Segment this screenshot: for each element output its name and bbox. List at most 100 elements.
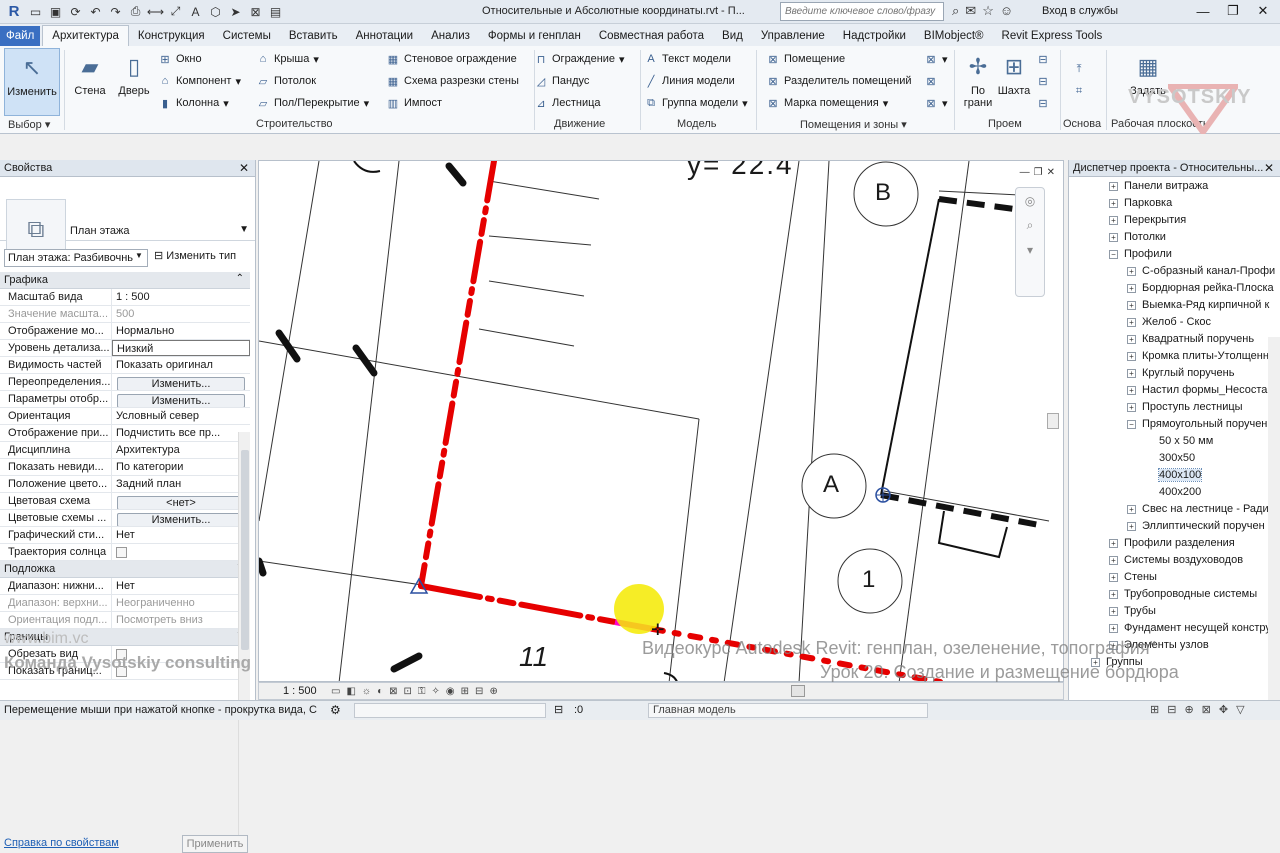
- search-input[interactable]: [780, 2, 944, 21]
- analytical-model-icon[interactable]: ⊞: [461, 686, 469, 697]
- group-rooms-label[interactable]: Помещения и зоны ▾: [800, 118, 907, 131]
- workset-select[interactable]: [354, 703, 546, 718]
- expand-icon[interactable]: +: [1127, 266, 1136, 276]
- restore-icon[interactable]: ❐: [1034, 167, 1043, 178]
- browser-tree-item[interactable]: + Желоб - Скос: [1127, 316, 1211, 328]
- browser-tree-item[interactable]: + Выемка-Ряд кирпичной к: [1127, 299, 1269, 311]
- room-tag-button[interactable]: ⊠ Марка помещения ▾: [766, 96, 888, 110]
- property-checkbox[interactable]: [116, 547, 127, 558]
- ramp-button[interactable]: ◿ Пандус: [534, 74, 590, 88]
- door-button[interactable]: ▯ Дверь: [114, 52, 154, 98]
- vertical-opening-button[interactable]: ⊟: [1036, 74, 1050, 88]
- property-value[interactable]: Низкий: [112, 340, 250, 356]
- expand-icon[interactable]: +: [1109, 589, 1118, 599]
- sync-icon[interactable]: ⟳: [67, 3, 84, 20]
- temporary-hide-icon[interactable]: ✧: [432, 686, 440, 697]
- highlight-icon[interactable]: ⊟: [475, 686, 483, 697]
- maximize-icon[interactable]: ❐: [1220, 2, 1246, 20]
- editing-requests-icon[interactable]: ⊟: [554, 703, 563, 716]
- grid-button[interactable]: ⌗: [1072, 84, 1086, 98]
- expand-icon[interactable]: +: [1127, 385, 1136, 395]
- tab-13[interactable]: Revit Express Tools: [993, 26, 1112, 46]
- property-value[interactable]: Показать оригинал: [112, 357, 250, 373]
- expand-icon[interactable]: +: [1127, 317, 1136, 327]
- roof-button[interactable]: ⌂ Крыша ▾: [256, 52, 319, 66]
- design-option-select[interactable]: Главная модель: [648, 703, 928, 718]
- browser-tree-item[interactable]: + Фундамент несущей констру: [1109, 622, 1271, 634]
- browser-tree-item[interactable]: − Прямоугольный поручен: [1127, 418, 1267, 430]
- expand-icon[interactable]: +: [1109, 572, 1118, 582]
- collapse-icon[interactable]: ⌃: [236, 273, 244, 284]
- expand-icon[interactable]: +: [1127, 402, 1136, 412]
- user-icon[interactable]: ☺: [1000, 3, 1013, 19]
- expand-icon[interactable]: +: [1127, 283, 1136, 293]
- favorites-icon[interactable]: ☆: [982, 3, 994, 19]
- wall-button[interactable]: ▰ Стена: [70, 52, 110, 98]
- dormer-button[interactable]: ⊟: [1036, 96, 1050, 110]
- browser-tree-item[interactable]: + Трубопроводные системы: [1109, 588, 1257, 600]
- shadows-icon[interactable]: ◐: [377, 686, 383, 697]
- tab-9[interactable]: Вид: [713, 26, 752, 46]
- expand-icon[interactable]: +: [1109, 215, 1118, 225]
- curtain-wall-button[interactable]: ▦ Стеновое ограждение: [386, 52, 517, 66]
- browser-scrollbar[interactable]: [1268, 337, 1280, 837]
- expand-icon[interactable]: +: [1127, 300, 1136, 310]
- expand-icon[interactable]: +: [1109, 623, 1118, 633]
- tab-3[interactable]: Системы: [214, 26, 280, 46]
- drawing-canvas[interactable]: ✛ B A 1 11 y= 22.4 — ❐ ✕ ◎ ⌕ ▾: [258, 160, 1064, 682]
- tab-7[interactable]: Формы и генплан: [479, 26, 590, 46]
- worksets-icon[interactable]: ⚙: [330, 703, 341, 717]
- modify-button[interactable]: ↖ Изменить: [4, 48, 60, 116]
- minimize-icon[interactable]: —: [1190, 2, 1216, 20]
- area-boundary-button[interactable]: ⊠: [924, 74, 938, 88]
- property-value[interactable]: По категории: [112, 459, 250, 475]
- app-logo[interactable]: R: [4, 3, 24, 20]
- property-edit-button[interactable]: Изменить...: [117, 394, 245, 407]
- property-value[interactable]: Посмотреть вниз: [112, 612, 250, 628]
- collapse-icon[interactable]: −: [1127, 419, 1136, 429]
- browser-tree-item[interactable]: 400x100: [1157, 468, 1203, 482]
- 3d-view-icon[interactable]: ⬡: [207, 3, 224, 20]
- property-edit-button[interactable]: Изменить...: [117, 513, 245, 526]
- property-value[interactable]: Нормально: [112, 323, 250, 339]
- property-value[interactable]: Задний план: [112, 476, 250, 492]
- expand-icon[interactable]: +: [1109, 232, 1118, 242]
- section-underlay[interactable]: Подложка⌃: [0, 561, 250, 578]
- undo-icon[interactable]: ↶: [87, 3, 104, 20]
- browser-tree-item[interactable]: + Парковка: [1109, 197, 1172, 209]
- detail-level-icon[interactable]: ▭: [331, 686, 340, 697]
- horizontal-scroll-thumb[interactable]: [791, 685, 805, 697]
- browser-tree-item[interactable]: + Бордюрная рейка-Плоска: [1127, 282, 1274, 294]
- tab-0[interactable]: Файл: [0, 26, 41, 46]
- property-edit-button[interactable]: <нет>: [117, 496, 245, 509]
- property-value[interactable]: Условный север: [112, 408, 250, 424]
- minimize-icon[interactable]: —: [1020, 167, 1030, 178]
- sign-in-button[interactable]: Вход в службы: [1042, 5, 1118, 17]
- browser-tree-item[interactable]: + Перекрытия: [1109, 214, 1186, 226]
- tag-icon[interactable]: A: [187, 3, 204, 20]
- mullion-button[interactable]: ▥ Импост: [386, 96, 442, 110]
- browser-tree-item[interactable]: − Профили: [1109, 248, 1172, 260]
- close-hidden-icon[interactable]: ⊠: [247, 3, 264, 20]
- switch-windows-icon[interactable]: ▤: [267, 3, 284, 20]
- expand-icon[interactable]: +: [1127, 351, 1136, 361]
- drag-elements-icon[interactable]: ✥: [1219, 703, 1228, 716]
- select-by-face-icon[interactable]: ⊠: [1202, 703, 1211, 716]
- ceiling-button[interactable]: ▱ Потолок: [256, 74, 316, 88]
- browser-tree-item[interactable]: 400x200: [1159, 486, 1201, 498]
- type-selector[interactable]: ⧉ План этажа ▼: [0, 177, 255, 261]
- print-icon[interactable]: ⎙: [127, 3, 144, 20]
- close-icon[interactable]: ✕: [239, 161, 249, 175]
- property-value[interactable]: 500: [112, 306, 250, 322]
- save-icon[interactable]: ▣: [47, 3, 64, 20]
- window-button[interactable]: ⊞ Окно: [158, 52, 201, 66]
- browser-tree-item[interactable]: + Кромка плиты-Утолщенна: [1127, 350, 1275, 362]
- edit-type-button[interactable]: ⊟ Изменить тип: [154, 249, 236, 262]
- reveal-hidden-icon[interactable]: ◉: [446, 686, 455, 697]
- expand-icon[interactable]: +: [1127, 521, 1136, 531]
- model-text-button[interactable]: A Текст модели: [644, 52, 731, 66]
- property-value[interactable]: Архитектура: [112, 442, 250, 458]
- group-select-label[interactable]: Выбор ▾: [8, 118, 50, 131]
- view-scale[interactable]: 1 : 500: [283, 685, 331, 697]
- column-button[interactable]: ▮ Колонна ▾: [158, 96, 229, 110]
